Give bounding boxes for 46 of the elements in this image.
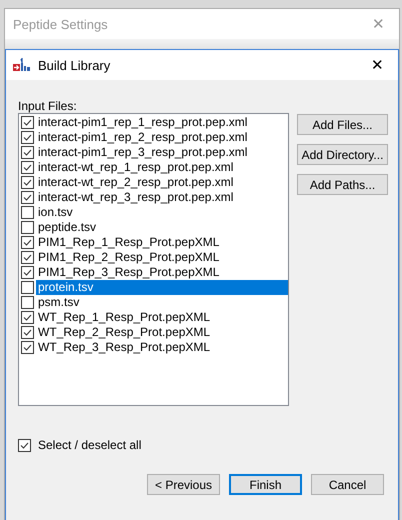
checkbox[interactable] [21,191,34,204]
add-button[interactable]: Add Paths... [297,174,388,195]
file-item[interactable]: protein.tsv [36,280,288,295]
file-item[interactable]: psm.tsv [36,295,288,310]
checkbox[interactable] [21,281,34,294]
window-title: Peptide Settings [13,16,108,32]
input-files-label: Input Files: [18,99,78,113]
checkbox[interactable] [21,266,34,279]
checkbox[interactable] [21,161,34,174]
close-button[interactable]: ✕ [371,56,390,74]
add-button[interactable]: Add Directory... [297,144,388,165]
checkbox[interactable] [21,146,34,159]
checkbox[interactable] [21,326,34,339]
footer-button[interactable]: Finish [229,474,302,495]
file-item[interactable]: WT_Rep_2_Resp_Prot.pepXML [36,325,288,340]
file-item[interactable]: interact-wt_rep_1_resp_prot.pep.xml [36,160,288,175]
file-item[interactable]: interact-wt_rep_2_resp_prot.pep.xml [36,175,288,190]
footer-button[interactable]: Cancel [311,474,384,495]
file-item[interactable]: peptide.tsv [36,220,288,235]
file-item[interactable]: WT_Rep_3_Resp_Prot.pepXML [36,340,288,355]
add-button[interactable]: Add Files... [297,114,388,135]
file-item[interactable]: interact-pim1_rep_3_resp_prot.pep.xml [36,145,288,160]
checkbox[interactable] [21,131,34,144]
checkbox[interactable] [21,176,34,189]
checkbox[interactable] [21,251,34,264]
file-list[interactable] [18,113,289,406]
file-item[interactable]: ion.tsv [36,205,288,220]
file-item[interactable]: interact-wt_rep_3_resp_prot.pep.xml [36,190,288,205]
checkbox[interactable] [21,236,34,249]
footer-button[interactable]: < Previous [147,474,220,495]
checkbox[interactable] [21,221,34,234]
file-item[interactable]: PIM1_Rep_2_Resp_Prot.pepXML [36,250,288,265]
app-icon [12,57,32,73]
file-item[interactable]: PIM1_Rep_1_Resp_Prot.pepXML [36,235,288,250]
checkbox[interactable] [21,206,34,219]
select-all-label[interactable]: Select / deselect all [38,438,142,452]
checkbox[interactable] [21,311,34,324]
file-item[interactable]: PIM1_Rep_3_Resp_Prot.pepXML [36,265,288,280]
checkbox[interactable] [21,341,34,354]
checkbox[interactable] [21,116,34,129]
file-item[interactable]: interact-pim1_rep_2_resp_prot.pep.xml [36,130,288,145]
file-item[interactable]: WT_Rep_1_Resp_Prot.pepXML [36,310,288,325]
file-item[interactable]: interact-pim1_rep_1_resp_prot.pep.xml [36,115,288,130]
checkbox[interactable] [21,296,34,309]
dialog-title: Build Library [38,58,112,72]
checkbox[interactable] [18,438,31,452]
